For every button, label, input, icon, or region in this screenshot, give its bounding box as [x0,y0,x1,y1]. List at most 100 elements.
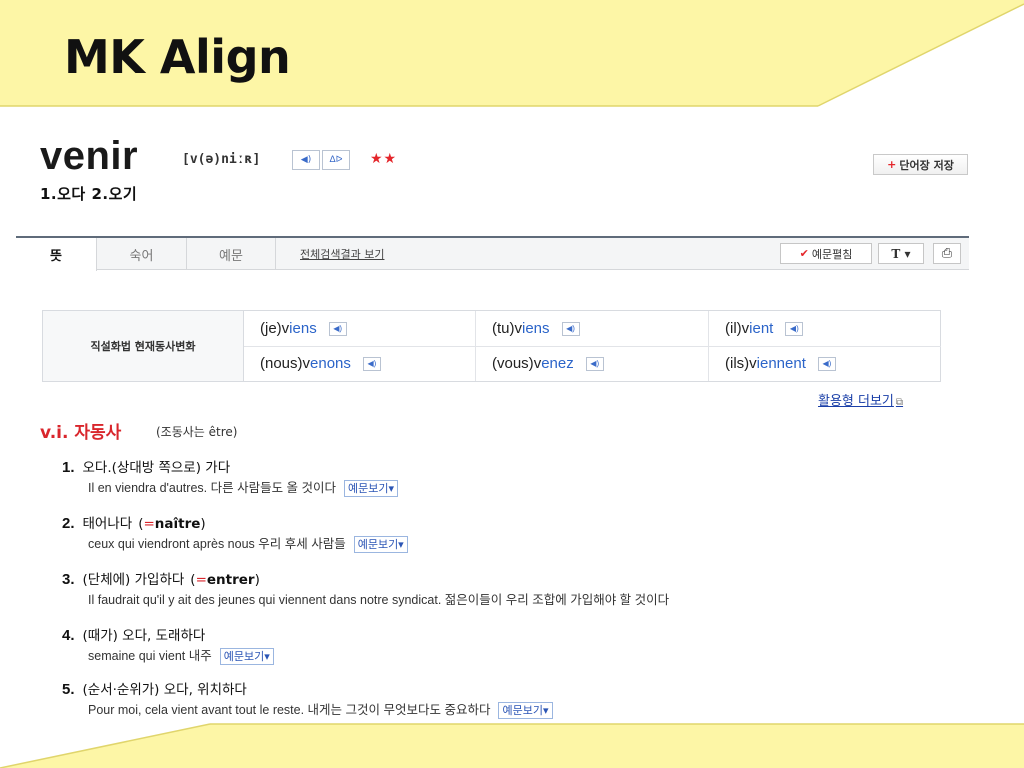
sense-example: semaine qui vient 내주 예문보기▾ [88,646,962,666]
show-examples-button[interactable]: 예문보기▾ [498,702,553,720]
sense-text: 오다.(상대방 쪽으로) 가다 [82,460,231,476]
sense-number: 5. [62,681,75,698]
compare-glyph: ᐃᐅ [329,155,343,165]
show-examples-button[interactable]: 예문보기▾ [344,480,399,498]
sense-example: Il faudrait qu'il y ait des jeunes qui v… [88,590,962,610]
sense-example: ceux qui viendront après nous 우리 후세 사람들 예… [88,534,962,554]
sense-item: 4. (때가) 오다, 도래하다 semaine qui vient 내주 예문보기▾ [62,626,962,666]
tab-meaning[interactable]: 뜻 [16,238,97,271]
verb-stem: v [749,355,757,372]
sense-text: 태어나다 [82,516,133,532]
synonym: (=naître) [138,516,206,532]
show-examples-button[interactable]: 예문보기▾ [353,536,408,554]
sense-item: 1. 오다.(상대방 쪽으로) 가다 Il en viendra d'autres.… [62,458,962,498]
example-text: semaine qui vient 내주 [88,649,212,663]
save-label: 단어장 저장 [899,158,954,172]
sense-definition: 5. (순서·순위가) 오다, 위치하다 [62,680,962,700]
equals-sign: = [195,572,207,588]
check-icon: ✔ [799,247,809,260]
sense-number: 1. [62,459,75,476]
pronoun: (il) [725,320,742,337]
sense-text: (단체에) 가입하다 [82,572,185,588]
font-size-dropdown[interactable]: T ▾ [878,243,924,264]
more-link-label: 활용형 더보기 [818,394,894,409]
verb-ending: iens [289,320,317,337]
verb-stem: v [533,355,542,372]
sense-definition: 2. 태어나다 (=naître) [62,514,962,534]
sense-text: (때가) 오다, 도래하다 [82,628,206,644]
sense-definition: 3. (단체에) 가입하다 (=entrer) [62,570,962,590]
external-link-icon: ⧉ [895,397,904,408]
sense-definition: 4. (때가) 오다, 도래하다 [62,626,962,646]
sense-number: 4. [62,627,75,644]
tab-idioms[interactable]: 숙어 [97,238,187,270]
pronoun: (tu) [492,320,515,337]
tab-examples[interactable]: 예문 [187,238,276,270]
tab-bar: 뜻 숙어 예문 전체검색결과 보기 ✔ 예문펼침 T ▾ ⎙ [16,236,969,271]
print-icon[interactable]: ⎙ [933,243,961,264]
sense-text: (순서·순위가) 오다, 위치하다 [82,682,247,698]
speaker-icon[interactable]: ◀) [328,321,347,336]
pronoun: (vous) [492,355,534,372]
speaker-icon[interactable]: ◀) [292,150,320,170]
conjugation-cell: (ils) v iennent ◀) [709,346,941,381]
speaker-icon[interactable]: ◀) [362,356,381,371]
part-of-speech: v.i. 자동사 [40,423,122,443]
conjugation-cell: (je) v iens ◀) [244,311,476,346]
equals-sign: = [143,516,155,532]
auxiliary-note: (조동사는 être) [156,425,238,439]
speaker-icon[interactable]: ◀) [817,356,836,371]
bottom-decor-band [0,723,1024,768]
verb-stem: v [514,320,523,337]
importance-stars: ★★ [370,151,398,167]
speaker-icon[interactable]: ◀) [785,321,804,336]
verb-ending: enez [541,355,574,372]
pronoun: (ils) [725,355,750,372]
save-to-wordbook-button[interactable]: + 단어장 저장 [873,154,968,175]
speaker-icon[interactable]: ◀) [585,356,604,371]
synonym-word[interactable]: naître [155,516,201,532]
sense-number: 3. [62,571,75,588]
expand-examples-button[interactable]: ✔ 예문펼침 [780,243,872,264]
example-text: Il faudrait qu'il y ait des jeunes qui v… [88,593,670,607]
paren-close: ) [200,516,206,532]
slide-title: MK Align [64,30,291,84]
show-examples-button[interactable]: 예문보기▾ [219,648,274,666]
verb-ending: iennent [756,355,806,372]
speaker-icon[interactable]: ◀) [561,321,580,336]
verb-ending: iens [522,320,550,337]
sense-example: Pour moi, cela vient avant tout le reste… [88,700,962,720]
sense-item: 3. (단체에) 가입하다 (=entrer) Il faudrait qu'il y… [62,570,962,610]
more-conjugations-link[interactable]: 활용형 더보기 ⧉ [818,390,903,409]
sense-number: 2. [62,515,75,532]
conjugation-label: 직설화법 현재동사변화 [43,311,244,381]
short-definition: 1.오다 2.오기 [40,185,138,203]
conjugation-cell: (tu) v iens ◀) [476,311,709,346]
headword: venir [40,134,139,178]
paren-close: ) [254,572,260,588]
sense-example: Il en viendra d'autres. 다른 사람들도 올 것이다 예문보… [88,478,962,498]
example-text: Pour moi, cela vient avant tout le reste… [88,703,491,717]
verb-stem: v [741,320,750,337]
expand-examples-label: 예문펼침 [811,247,853,261]
pronoun: (nous) [260,355,303,372]
conjugation-table: 직설화법 현재동사변화 (je) v iens ◀) (tu) v iens ◀) (il) v i… [42,310,941,382]
verb-ending: ient [749,320,774,337]
synonym: (=entrer) [190,572,260,588]
verb-stem: v [281,320,290,337]
pronoun: (je) [260,320,282,337]
verb-stem: v [302,355,311,372]
verb-ending: enons [310,355,351,372]
search-all-link[interactable]: 전체검색결과 보기 [276,238,476,270]
pronunciation: [v(ə)niːʀ] [182,152,261,167]
plus-icon: + [887,158,897,171]
sense-item: 5. (순서·순위가) 오다, 위치하다 Pour moi, cela vient … [62,680,962,720]
conjugation-cell: (vous) v enez ◀) [476,346,709,381]
conjugation-cell: (il) v ient ◀) [709,311,941,346]
example-text: ceux qui viendront après nous 우리 후세 사람들 [88,537,346,551]
compare-icon[interactable]: ᐃᐅ [322,150,350,170]
synonym-word[interactable]: entrer [207,572,255,588]
sense-item: 2. 태어나다 (=naître) ceux qui viendront après … [62,514,962,554]
example-text: Il en viendra d'autres. 다른 사람들도 올 것이다 [88,481,337,495]
speaker-glyph: ◀) [300,155,312,165]
